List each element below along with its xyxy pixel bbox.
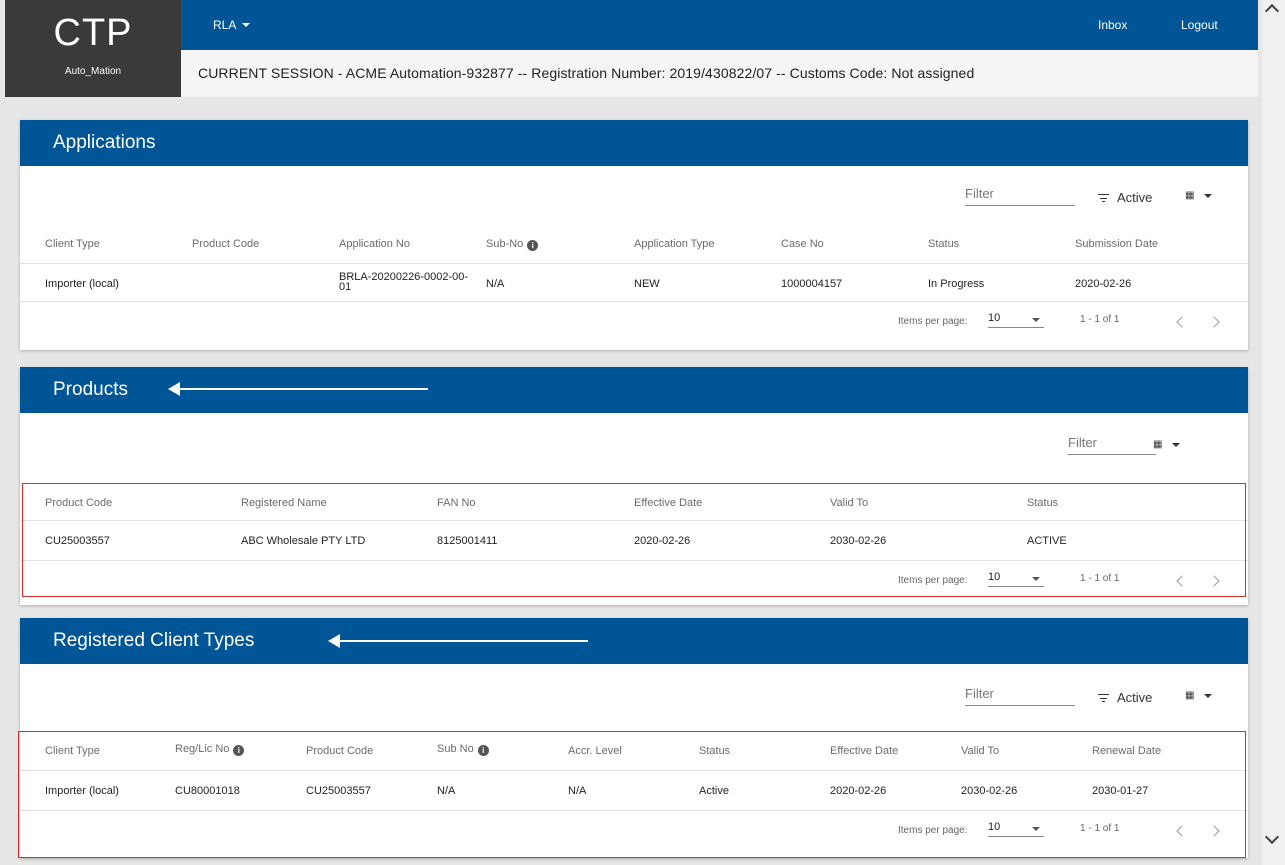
column-header[interactable]: Submission Date — [1075, 238, 1158, 250]
products-title: Products — [20, 367, 1248, 413]
products-title-text: Products — [53, 379, 128, 400]
previous-page-icon[interactable] — [1176, 316, 1188, 328]
session-info: CURRENT SESSION - ACME Automation-932877… — [181, 50, 1258, 97]
applications-card: Applications Filter Active ▦ Client Type… — [20, 120, 1248, 350]
highlight-box — [18, 731, 1246, 858]
column-header[interactable]: Application No — [339, 238, 410, 250]
logout-link[interactable]: Logout — [1181, 18, 1218, 32]
column-header[interactable]: Case No — [781, 238, 824, 250]
items-per-page-select[interactable]: 10 — [988, 312, 1044, 328]
client-types-columns-menu[interactable]: ▦ — [1185, 690, 1213, 701]
info-icon[interactable]: i — [527, 240, 539, 251]
grid-icon: ▦ — [1185, 690, 1195, 701]
items-per-page-value: 10 — [988, 312, 1001, 324]
column-header[interactable]: Client Type — [45, 238, 100, 250]
applications-toolbar: Filter Active ▦ — [20, 166, 1248, 224]
grid-icon: ▦ — [1185, 190, 1195, 201]
page-range: 1 - 1 of 1 — [1080, 314, 1120, 325]
chevron-down-icon — [1204, 193, 1213, 198]
cell-application-no: BRLA-20200226-0002-00- 01 — [339, 271, 469, 293]
column-header-sub-no[interactable]: Sub-No i — [486, 238, 539, 251]
applications-columns-menu[interactable]: ▦ — [1185, 190, 1213, 201]
scroll-down-icon[interactable] — [1264, 829, 1280, 845]
logo-subtitle: Auto_Mation — [64, 66, 122, 77]
table-header-row: Client Type Product Code Application No … — [20, 224, 1248, 264]
applications-paginator: Items per page: 10 1 - 1 of 1 — [20, 302, 1248, 340]
next-page-icon[interactable] — [1208, 316, 1220, 328]
cell-status: In Progress — [928, 278, 985, 290]
logo-title: CTP — [53, 12, 133, 54]
cell-case-no: 1000004157 — [781, 278, 843, 290]
client-types-toolbar: Filter Active ▦ — [20, 664, 1248, 729]
active-label: Active — [1117, 190, 1153, 205]
applications-active-filter[interactable]: Active — [1098, 190, 1152, 205]
products-toolbar: Filter ▦ — [20, 413, 1248, 483]
arrow-annotation — [328, 634, 588, 648]
chevron-down-icon — [1032, 318, 1040, 322]
cell-client-type: Importer (local) — [45, 278, 119, 290]
highlight-box — [22, 483, 1246, 597]
rla-menu[interactable]: RLA — [213, 18, 251, 32]
app-logo[interactable]: CTP Auto_Mation — [5, 0, 181, 97]
client-types-title-text: Registered Client Types — [53, 630, 255, 651]
products-columns-menu[interactable]: ▦ — [1153, 439, 1181, 450]
arrow-annotation — [168, 382, 428, 396]
cell-application-type: NEW — [634, 278, 660, 290]
column-header-label: Sub-No — [486, 238, 524, 250]
applications-title: Applications — [20, 120, 1248, 166]
client-types-filter-input[interactable]: Filter — [965, 686, 1075, 706]
cell-submission-date: 2020-02-26 — [1075, 278, 1132, 290]
chevron-down-icon — [1204, 693, 1213, 698]
client-types-title: Registered Client Types — [20, 618, 1248, 664]
column-header[interactable]: Product Code — [192, 238, 259, 250]
applications-filter-input[interactable]: Filter — [965, 186, 1075, 206]
cell-sub-no: N/A — [486, 278, 505, 290]
client-types-active-filter[interactable]: Active — [1098, 690, 1152, 705]
active-label: Active — [1117, 690, 1153, 705]
inbox-link[interactable]: Inbox — [1098, 18, 1127, 32]
top-nav-bar: RLA Inbox Logout — [181, 0, 1258, 50]
products-filter-input[interactable]: Filter — [1068, 435, 1156, 455]
column-header[interactable]: Application Type — [634, 238, 715, 250]
chevron-down-icon — [242, 23, 251, 27]
items-per-page-label: Items per page: — [898, 316, 968, 327]
chevron-down-icon — [1172, 442, 1181, 447]
page-scrollbar[interactable] — [1262, 0, 1285, 865]
filter-icon — [1098, 693, 1109, 702]
filter-icon — [1098, 193, 1109, 202]
rla-menu-label: RLA — [213, 18, 237, 32]
grid-icon: ▦ — [1153, 439, 1163, 450]
column-header[interactable]: Status — [928, 238, 959, 250]
scroll-up-icon[interactable] — [1264, 3, 1280, 19]
applications-table: Client Type Product Code Application No … — [20, 224, 1248, 302]
table-row[interactable]: Importer (local) BRLA-20200226-0002-00- … — [20, 264, 1248, 302]
